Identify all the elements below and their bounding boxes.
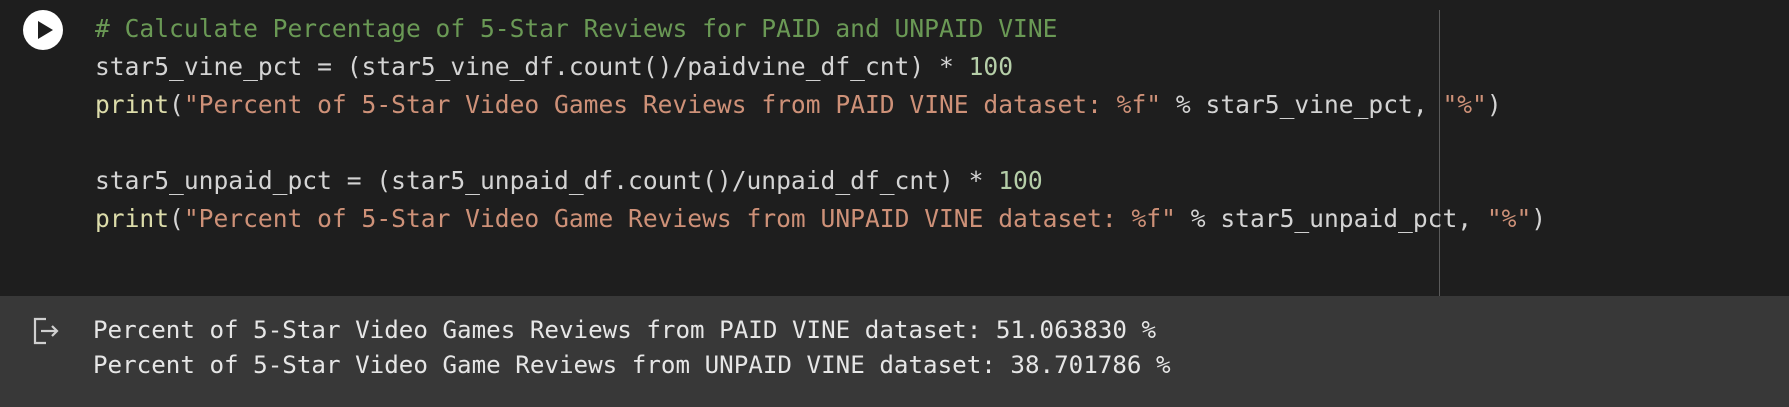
code-token-plain: ( (169, 204, 184, 233)
code-editor[interactable]: # Calculate Percentage of 5-Star Reviews… (0, 0, 1789, 296)
code-line: print("Percent of 5-Star Video Games Rev… (95, 86, 1546, 124)
code-token-plain: ) (1531, 204, 1547, 233)
code-token-plain: % star5_vine_pct, (1161, 90, 1443, 119)
code-line: print("Percent of 5-Star Video Game Revi… (95, 200, 1546, 238)
code-token-plain: ) (1486, 90, 1502, 119)
code-token-number: 100 (998, 166, 1043, 195)
code-token-string: "Percent of 5-Star Video Game Reviews fr… (183, 204, 1176, 233)
code-token-plain: ( (169, 90, 184, 119)
code-token-comment: # Calculate Percentage of 5-Star Reviews… (95, 14, 1058, 43)
code-token-string: "%" (1486, 204, 1532, 233)
output-line: Percent of 5-Star Video Game Reviews fro… (93, 351, 1171, 379)
code-token-plain: % star5_unpaid_pct, (1175, 204, 1487, 233)
code-token-string: "%" (1442, 90, 1487, 119)
output-text: Percent of 5-Star Video Games Reviews fr… (93, 313, 1171, 383)
run-cell-button[interactable] (23, 10, 63, 50)
code-token-func: print (95, 204, 170, 233)
play-icon (38, 21, 53, 39)
output-line: Percent of 5-Star Video Games Reviews fr… (93, 316, 1157, 344)
code-line: # Calculate Percentage of 5-Star Reviews… (95, 10, 1546, 48)
code-token-string: "Percent of 5-Star Video Games Reviews f… (183, 90, 1162, 119)
code-line: star5_vine_pct = (star5_vine_df.count()/… (95, 48, 1546, 86)
code-token-plain: star5_unpaid_pct = (star5_unpaid_df.coun… (95, 166, 999, 195)
cell-output: Percent of 5-Star Video Games Reviews fr… (0, 296, 1789, 407)
code-line: star5_unpaid_pct = (star5_unpaid_df.coun… (95, 162, 1546, 200)
code-token-func: print (95, 90, 170, 119)
code-text[interactable]: # Calculate Percentage of 5-Star Reviews… (95, 10, 1546, 238)
output-exit-icon[interactable] (30, 315, 62, 347)
code-token-number: 100 (968, 52, 1014, 81)
notebook-code-cell: # Calculate Percentage of 5-Star Reviews… (0, 0, 1789, 407)
code-token-plain: star5_vine_pct = (star5_vine_df.count()/… (95, 52, 969, 81)
